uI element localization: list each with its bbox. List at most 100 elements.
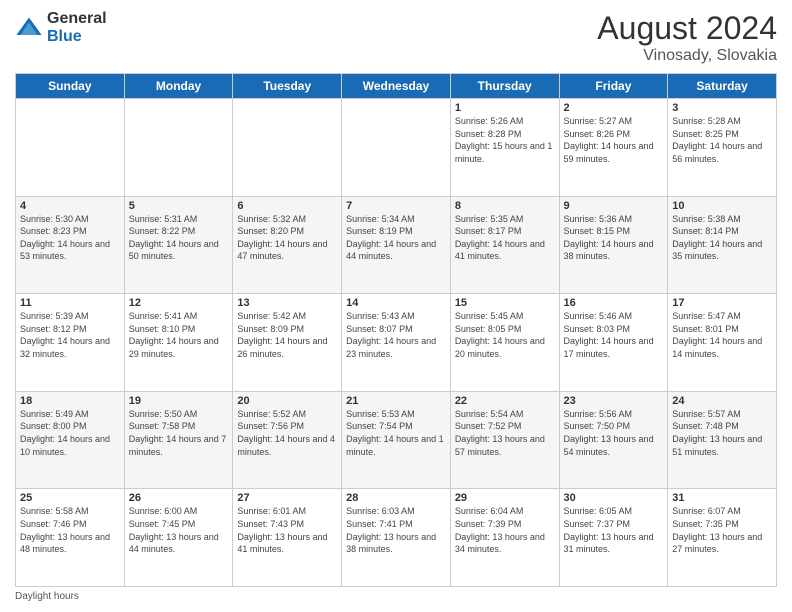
- day-number: 8: [455, 200, 555, 212]
- day-info: Sunrise: 5:45 AM Sunset: 8:05 PM Dayligh…: [455, 310, 555, 360]
- day-number: 14: [346, 297, 446, 309]
- day-number: 6: [237, 200, 337, 212]
- day-number: 15: [455, 297, 555, 309]
- day-number: 2: [564, 102, 664, 114]
- title-block: August 2024 Vinosady, Slovakia: [597, 10, 777, 65]
- day-info: Sunrise: 5:28 AM Sunset: 8:25 PM Dayligh…: [672, 115, 772, 165]
- table-row: 17Sunrise: 5:47 AM Sunset: 8:01 PM Dayli…: [668, 294, 777, 392]
- table-row: 12Sunrise: 5:41 AM Sunset: 8:10 PM Dayli…: [124, 294, 233, 392]
- day-info: Sunrise: 6:05 AM Sunset: 7:37 PM Dayligh…: [564, 505, 664, 555]
- table-row: 23Sunrise: 5:56 AM Sunset: 7:50 PM Dayli…: [559, 391, 668, 489]
- day-info: Sunrise: 5:57 AM Sunset: 7:48 PM Dayligh…: [672, 408, 772, 458]
- day-number: 20: [237, 395, 337, 407]
- table-row: 16Sunrise: 5:46 AM Sunset: 8:03 PM Dayli…: [559, 294, 668, 392]
- table-row: 8Sunrise: 5:35 AM Sunset: 8:17 PM Daylig…: [450, 196, 559, 294]
- col-tuesday: Tuesday: [233, 74, 342, 99]
- day-number: 27: [237, 492, 337, 504]
- logo-icon: [15, 14, 43, 42]
- header: General Blue August 2024 Vinosady, Slova…: [15, 10, 777, 65]
- day-number: 7: [346, 200, 446, 212]
- day-info: Sunrise: 5:26 AM Sunset: 8:28 PM Dayligh…: [455, 115, 555, 165]
- table-row: 24Sunrise: 5:57 AM Sunset: 7:48 PM Dayli…: [668, 391, 777, 489]
- table-row: 21Sunrise: 5:53 AM Sunset: 7:54 PM Dayli…: [342, 391, 451, 489]
- table-row: 15Sunrise: 5:45 AM Sunset: 8:05 PM Dayli…: [450, 294, 559, 392]
- day-number: 19: [129, 395, 229, 407]
- day-number: 18: [20, 395, 120, 407]
- day-number: 4: [20, 200, 120, 212]
- page: General Blue August 2024 Vinosady, Slova…: [0, 0, 792, 612]
- col-sunday: Sunday: [16, 74, 125, 99]
- table-row: 30Sunrise: 6:05 AM Sunset: 7:37 PM Dayli…: [559, 489, 668, 587]
- table-row: 18Sunrise: 5:49 AM Sunset: 8:00 PM Dayli…: [16, 391, 125, 489]
- col-thursday: Thursday: [450, 74, 559, 99]
- table-row: 1Sunrise: 5:26 AM Sunset: 8:28 PM Daylig…: [450, 99, 559, 197]
- table-row: 11Sunrise: 5:39 AM Sunset: 8:12 PM Dayli…: [16, 294, 125, 392]
- table-row: 13Sunrise: 5:42 AM Sunset: 8:09 PM Dayli…: [233, 294, 342, 392]
- table-row: 7Sunrise: 5:34 AM Sunset: 8:19 PM Daylig…: [342, 196, 451, 294]
- col-saturday: Saturday: [668, 74, 777, 99]
- day-number: 12: [129, 297, 229, 309]
- day-info: Sunrise: 6:01 AM Sunset: 7:43 PM Dayligh…: [237, 505, 337, 555]
- day-info: Sunrise: 5:31 AM Sunset: 8:22 PM Dayligh…: [129, 213, 229, 263]
- day-info: Sunrise: 5:56 AM Sunset: 7:50 PM Dayligh…: [564, 408, 664, 458]
- table-row: 9Sunrise: 5:36 AM Sunset: 8:15 PM Daylig…: [559, 196, 668, 294]
- table-row: [233, 99, 342, 197]
- table-row: 28Sunrise: 6:03 AM Sunset: 7:41 PM Dayli…: [342, 489, 451, 587]
- day-info: Sunrise: 5:47 AM Sunset: 8:01 PM Dayligh…: [672, 310, 772, 360]
- table-row: 31Sunrise: 6:07 AM Sunset: 7:35 PM Dayli…: [668, 489, 777, 587]
- table-row: 10Sunrise: 5:38 AM Sunset: 8:14 PM Dayli…: [668, 196, 777, 294]
- col-wednesday: Wednesday: [342, 74, 451, 99]
- calendar-week-row: 18Sunrise: 5:49 AM Sunset: 8:00 PM Dayli…: [16, 391, 777, 489]
- day-number: 25: [20, 492, 120, 504]
- col-monday: Monday: [124, 74, 233, 99]
- day-number: 21: [346, 395, 446, 407]
- day-number: 3: [672, 102, 772, 114]
- day-info: Sunrise: 6:04 AM Sunset: 7:39 PM Dayligh…: [455, 505, 555, 555]
- logo-general-text: General: [47, 10, 107, 28]
- table-row: [124, 99, 233, 197]
- col-friday: Friday: [559, 74, 668, 99]
- day-number: 24: [672, 395, 772, 407]
- day-info: Sunrise: 5:36 AM Sunset: 8:15 PM Dayligh…: [564, 213, 664, 263]
- table-row: 6Sunrise: 5:32 AM Sunset: 8:20 PM Daylig…: [233, 196, 342, 294]
- day-number: 28: [346, 492, 446, 504]
- footer-note: Daylight hours: [15, 591, 777, 602]
- day-info: Sunrise: 5:46 AM Sunset: 8:03 PM Dayligh…: [564, 310, 664, 360]
- day-number: 31: [672, 492, 772, 504]
- day-number: 13: [237, 297, 337, 309]
- day-info: Sunrise: 5:27 AM Sunset: 8:26 PM Dayligh…: [564, 115, 664, 165]
- day-info: Sunrise: 5:41 AM Sunset: 8:10 PM Dayligh…: [129, 310, 229, 360]
- day-info: Sunrise: 5:42 AM Sunset: 8:09 PM Dayligh…: [237, 310, 337, 360]
- table-row: 14Sunrise: 5:43 AM Sunset: 8:07 PM Dayli…: [342, 294, 451, 392]
- day-number: 16: [564, 297, 664, 309]
- day-info: Sunrise: 5:38 AM Sunset: 8:14 PM Dayligh…: [672, 213, 772, 263]
- day-info: Sunrise: 5:43 AM Sunset: 8:07 PM Dayligh…: [346, 310, 446, 360]
- calendar-header-row: Sunday Monday Tuesday Wednesday Thursday…: [16, 74, 777, 99]
- table-row: 22Sunrise: 5:54 AM Sunset: 7:52 PM Dayli…: [450, 391, 559, 489]
- table-row: 4Sunrise: 5:30 AM Sunset: 8:23 PM Daylig…: [16, 196, 125, 294]
- day-info: Sunrise: 5:34 AM Sunset: 8:19 PM Dayligh…: [346, 213, 446, 263]
- daylight-label: Daylight hours: [15, 591, 79, 602]
- day-info: Sunrise: 5:39 AM Sunset: 8:12 PM Dayligh…: [20, 310, 120, 360]
- day-info: Sunrise: 5:30 AM Sunset: 8:23 PM Dayligh…: [20, 213, 120, 263]
- table-row: 19Sunrise: 5:50 AM Sunset: 7:58 PM Dayli…: [124, 391, 233, 489]
- location-subtitle: Vinosady, Slovakia: [597, 47, 777, 65]
- day-number: 1: [455, 102, 555, 114]
- day-info: Sunrise: 6:07 AM Sunset: 7:35 PM Dayligh…: [672, 505, 772, 555]
- day-number: 30: [564, 492, 664, 504]
- day-info: Sunrise: 5:49 AM Sunset: 8:00 PM Dayligh…: [20, 408, 120, 458]
- day-info: Sunrise: 5:32 AM Sunset: 8:20 PM Dayligh…: [237, 213, 337, 263]
- table-row: [342, 99, 451, 197]
- table-row: 5Sunrise: 5:31 AM Sunset: 8:22 PM Daylig…: [124, 196, 233, 294]
- day-number: 26: [129, 492, 229, 504]
- day-info: Sunrise: 5:52 AM Sunset: 7:56 PM Dayligh…: [237, 408, 337, 458]
- table-row: 25Sunrise: 5:58 AM Sunset: 7:46 PM Dayli…: [16, 489, 125, 587]
- day-number: 5: [129, 200, 229, 212]
- day-number: 10: [672, 200, 772, 212]
- table-row: 3Sunrise: 5:28 AM Sunset: 8:25 PM Daylig…: [668, 99, 777, 197]
- calendar-week-row: 1Sunrise: 5:26 AM Sunset: 8:28 PM Daylig…: [16, 99, 777, 197]
- calendar-table: Sunday Monday Tuesday Wednesday Thursday…: [15, 73, 777, 587]
- table-row: 26Sunrise: 6:00 AM Sunset: 7:45 PM Dayli…: [124, 489, 233, 587]
- month-year-title: August 2024: [597, 10, 777, 47]
- day-info: Sunrise: 5:58 AM Sunset: 7:46 PM Dayligh…: [20, 505, 120, 555]
